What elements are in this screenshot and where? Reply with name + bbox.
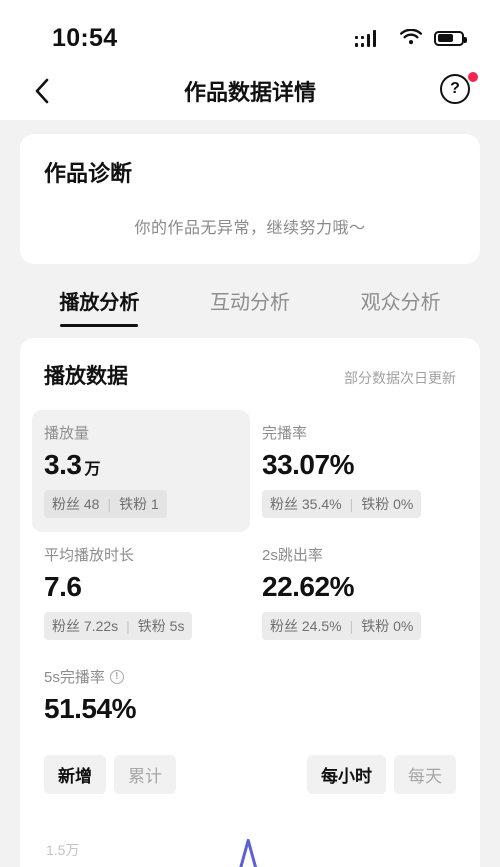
playback-data-note: 部分数据次日更新 [344, 370, 456, 386]
chip-superfans: 铁粉 0% [361, 618, 414, 634]
playback-data-title: 播放数据 [44, 365, 128, 388]
playback-chart[interactable]: 1.5万 1.2万 [20, 816, 480, 867]
metric-label: 平均播放时长 [44, 547, 135, 564]
metric-label: 2s跳出率 [262, 547, 323, 564]
metric-value-wrap: 3.3 万 [44, 449, 238, 481]
chip-separator: | [349, 618, 354, 634]
metric-value: 22.62% [262, 571, 354, 602]
granularity-toggle-hourly[interactable]: 每小时 [307, 755, 386, 794]
metric-label: 完播率 [262, 425, 308, 442]
phone-screen: 10:54 作品数据详情 ? 作品诊断 你的作品无异常，继续努力哦～ 播放分析 … [0, 0, 500, 867]
notification-badge-dot [468, 72, 478, 82]
tab-audience-analysis[interactable]: 观众分析 [325, 280, 476, 334]
mode-toggle-group: 新增 累计 [44, 755, 176, 794]
metric-value-wrap: 7.6 [44, 571, 238, 603]
metric-breakdown-chip: 粉丝 48 | 铁粉 1 [44, 490, 167, 518]
chip-fans: 粉丝 7.22s [52, 618, 119, 634]
playback-data-card: 播放数据 部分数据次日更新 播放量 3.3 万 粉丝 48 | 铁粉 1 完播率… [20, 338, 480, 867]
chip-fans: 粉丝 24.5% [270, 618, 342, 634]
metric-label-wrap: 平均播放时长 [44, 544, 238, 565]
metric-label-wrap: 5s完播率 ! [44, 666, 238, 687]
chip-separator: | [107, 496, 112, 512]
status-bar: 10:54 [0, 0, 500, 62]
chip-separator: | [126, 618, 130, 634]
analysis-tabs: 播放分析 互动分析 观众分析 [0, 280, 500, 334]
chip-superfans: 铁粉 5s [137, 618, 185, 634]
back-button[interactable] [22, 71, 62, 111]
metric-grid: 播放量 3.3 万 粉丝 48 | 铁粉 1 完播率 33.07% 粉丝 35.… [20, 410, 480, 739]
metric-row: 平均播放时长 7.6 粉丝 7.22s | 铁粉 5s 2s跳出率 22.62%… [32, 532, 468, 654]
metric-label-wrap: 2s跳出率 [262, 544, 456, 565]
metric-unit: 万 [84, 461, 100, 478]
chip-fans: 粉丝 48 [52, 496, 100, 512]
metric-5s-completion-rate[interactable]: 5s完播率 ! 51.54% [32, 654, 250, 739]
playback-data-header: 播放数据 部分数据次日更新 [20, 360, 480, 390]
diagnosis-message: 你的作品无异常，继续努力哦～ [134, 220, 366, 237]
metric-value: 33.07% [262, 449, 354, 480]
tab-label: 观众分析 [360, 292, 441, 314]
chart-ytick-label: 1.5万 [46, 842, 80, 858]
tab-active-underline [60, 324, 139, 327]
tab-label: 互动分析 [210, 292, 290, 314]
chip-superfans: 铁粉 0% [361, 496, 414, 512]
metric-value: 3.3 [44, 449, 82, 480]
metric-label-wrap: 播放量 [44, 422, 238, 443]
metric-label-wrap: 完播率 [262, 422, 456, 443]
cellular-signal-icon [354, 29, 389, 47]
metric-completion-rate[interactable]: 完播率 33.07% 粉丝 35.4% | 铁粉 0% [250, 410, 468, 532]
metric-value-wrap: 51.54% [44, 693, 238, 725]
chip-superfans: 铁粉 1 [119, 496, 159, 512]
help-button[interactable]: ? [440, 72, 478, 108]
metric-placeholder [250, 654, 468, 739]
back-chevron-icon [35, 78, 49, 104]
tab-active-underline [211, 324, 289, 327]
chip-separator: | [349, 496, 354, 512]
granularity-toggle-daily[interactable]: 每天 [394, 755, 456, 794]
metric-row: 播放量 3.3 万 粉丝 48 | 铁粉 1 完播率 33.07% 粉丝 35.… [32, 410, 468, 532]
metric-label: 5s完播率 [44, 669, 105, 686]
page-title: 作品数据详情 [183, 80, 316, 105]
status-icons [354, 29, 467, 47]
status-clock: 10:54 [52, 23, 118, 52]
mode-toggle-new[interactable]: 新增 [44, 755, 106, 794]
wifi-icon [400, 29, 422, 45]
diagnosis-title: 作品诊断 [44, 161, 133, 186]
metric-value-wrap: 22.62% [262, 571, 456, 603]
info-icon[interactable]: ! [109, 669, 124, 684]
metric-breakdown-chip: 粉丝 7.22s | 铁粉 5s [44, 612, 193, 640]
navigation-bar: 作品数据详情 ? [0, 62, 500, 120]
metric-2s-bounce-rate[interactable]: 2s跳出率 22.62% 粉丝 24.5% | 铁粉 0% [250, 532, 468, 654]
mode-toggle-cumulative[interactable]: 累计 [114, 755, 176, 794]
tab-label: 播放分析 [59, 292, 140, 314]
tab-playback-analysis[interactable]: 播放分析 [24, 280, 175, 334]
granularity-toggle-group: 每小时 每天 [307, 755, 456, 794]
metric-play-count[interactable]: 播放量 3.3 万 粉丝 48 | 铁粉 1 [32, 410, 250, 532]
battery-icon [434, 30, 467, 46]
metric-label: 播放量 [44, 425, 90, 442]
chart-line-series [239, 838, 258, 867]
metric-breakdown-chip: 粉丝 35.4% | 铁粉 0% [262, 490, 422, 518]
diagnosis-card: 作品诊断 你的作品无异常，继续努力哦～ [20, 134, 480, 264]
tab-interaction-analysis[interactable]: 互动分析 [175, 280, 326, 334]
tab-active-underline [362, 324, 440, 327]
metric-value-wrap: 33.07% [262, 449, 456, 481]
metric-breakdown-chip: 粉丝 24.5% | 铁粉 0% [262, 612, 422, 640]
chip-fans: 粉丝 35.4% [270, 496, 342, 512]
question-mark-icon: ? [440, 74, 470, 104]
metric-value: 51.54% [44, 693, 136, 724]
chart-toggle-row: 新增 累计 每小时 每天 [20, 739, 480, 794]
metric-row: 5s完播率 ! 51.54% [32, 654, 468, 739]
metric-value: 7.6 [44, 571, 82, 602]
metric-avg-watch-time[interactable]: 平均播放时长 7.6 粉丝 7.22s | 铁粉 5s [32, 532, 250, 654]
